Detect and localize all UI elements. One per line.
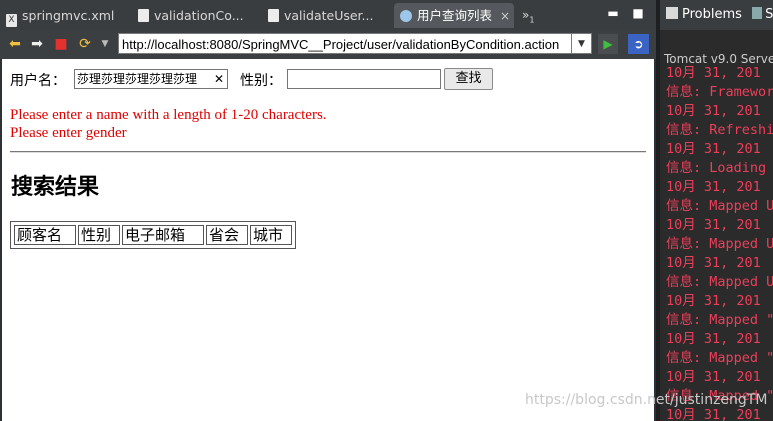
console-line: 信息: Mapped UR [666,236,773,252]
column-header-email: 电子邮箱 [122,225,204,245]
gender-label: 性别： [240,73,282,89]
editor-pane: Xspringmvc.xml validationCo... validateU… [0,0,656,421]
clear-input-icon[interactable]: ✕ [214,70,224,88]
url-history-dropdown-icon[interactable]: ▼ [572,33,592,54]
console-line: 10月 31, 201 [666,293,761,309]
results-heading: 搜索结果 [11,174,100,200]
console-line: 10月 31, 201 [666,103,761,119]
xml-file-icon: X [6,14,17,27]
column-header-province: 省会 [206,225,248,245]
tab-label: validationCo... [154,8,244,23]
tab-validation-controller[interactable]: validationCo... [138,3,258,28]
stop-icon[interactable]: ■ [52,35,70,53]
console-line: 10月 31, 201 [666,65,761,81]
refresh-icon[interactable]: ⟳ [76,35,94,53]
search-button[interactable]: 查找 [444,68,493,90]
problems-tab-bar: Problems S [660,0,773,30]
results-table: 顾客名 性别 电子邮箱 省会 城市 [10,221,296,249]
name-error-message: Please enter a name with a length of 1-2… [10,107,327,123]
console-line: 信息: Mapped "{ [666,350,773,366]
username-label: 用户名： [10,73,66,89]
forward-arrow-icon[interactable]: ➡ [28,35,46,53]
jsp-file-icon [268,9,279,22]
console-line: 信息: Mapped UR [666,198,773,214]
java-file-icon [138,9,149,22]
editor-tab-bar: Xspringmvc.xml validationCo... validateU… [0,0,656,30]
tab-user-query-list[interactable]: 用户查询列表 × [394,3,514,28]
console-line: 信息: Loading X [666,160,773,176]
maximize-icon[interactable]: ■ [630,5,646,21]
console-line: 10月 31, 201 [666,331,761,347]
console-line: 10月 31, 201 [666,369,761,385]
tab-springmvc-xml[interactable]: Xspringmvc.xml [6,3,126,28]
console-line: 10月 31, 201 [666,179,761,195]
refresh-dropdown-icon[interactable]: ▼ [96,35,114,53]
table-header-row: 顾客名 性别 电子邮箱 省会 城市 [14,225,292,245]
console-output: 10月 31, 201 信息: Framework 10月 31, 201 信息: R… [666,64,773,421]
close-tab-icon[interactable]: × [500,4,510,28]
console-pane: Problems S Tomcat v9.0 Server 10月 31, 20… [660,0,773,421]
username-input[interactable]: 莎理莎理莎理莎理莎理 ✕ [74,69,228,89]
problems-icon [666,7,678,19]
console-line: 信息: Mapped UR [666,274,773,290]
tab-validate-user[interactable]: validateUser... [268,3,386,28]
username-value: 莎理莎理莎理莎理莎理 [77,72,198,86]
tab-servers[interactable]: S [765,7,773,22]
watermark: https://blog.csdn.net/justinzengTM [525,392,768,408]
go-button[interactable]: ▶ [598,34,618,54]
console-line: 10月 31, 201 [666,407,761,421]
console-line: 10月 31, 201 [666,141,761,157]
console-line: 信息: Mapped "{ [666,312,773,328]
minimize-icon[interactable]: ▬ [605,5,621,21]
console-line: 信息: Framework [666,84,773,100]
tab-problems[interactable]: Problems [682,7,742,22]
column-header-customer-name: 顾客名 [14,225,76,245]
gender-input[interactable] [287,69,441,89]
divider [10,151,646,153]
tab-label: 用户查询列表 [417,8,493,23]
gender-error-message: Please enter gender [10,125,127,141]
tab-overflow-count: 1 [529,15,535,25]
web-page: 用户名： 莎理莎理莎理莎理莎理 ✕ 性别： 查找 Please enter a … [2,59,654,421]
tab-label: springmvc.xml [22,8,115,23]
back-arrow-icon[interactable]: ⬅ [6,35,24,53]
tab-label: validateUser... [284,8,374,23]
console-line: 10月 31, 201 [666,217,761,233]
console-line: 信息: Refreshin [666,122,773,138]
tab-overflow[interactable]: »1 [522,3,542,28]
open-external-browser-icon[interactable]: ➲ [628,34,649,54]
column-header-city: 城市 [250,225,292,245]
url-bar[interactable]: http://localhost:8080/SpringMVC__Project… [118,33,572,54]
console-line: 10月 31, 201 [666,255,761,271]
column-header-gender: 性别 [78,225,120,245]
servers-icon [752,7,763,19]
globe-icon [400,10,412,22]
